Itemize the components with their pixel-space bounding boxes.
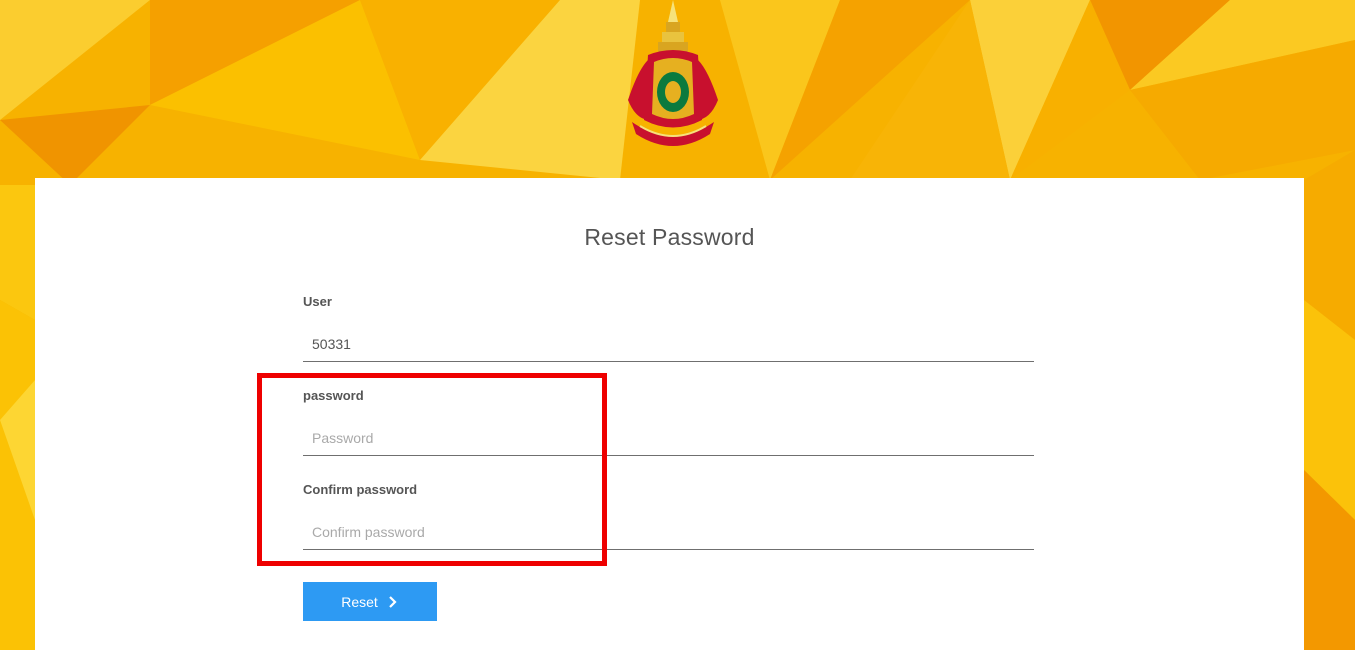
reset-button-label: Reset [341, 593, 378, 610]
reset-password-page: Reset Password User password Confirm pas… [0, 0, 1355, 650]
royal-emblem-icon [628, 0, 718, 146]
user-input[interactable] [303, 326, 1034, 362]
chevron-right-icon [389, 595, 397, 608]
page-title: Reset Password [584, 224, 755, 250]
reset-password-card: Reset Password User password Confirm pas… [35, 178, 1304, 650]
highlight-annotation-box [257, 373, 607, 566]
user-field: User [303, 294, 1034, 362]
reset-button[interactable]: Reset [303, 582, 437, 621]
user-label: User [303, 294, 332, 309]
